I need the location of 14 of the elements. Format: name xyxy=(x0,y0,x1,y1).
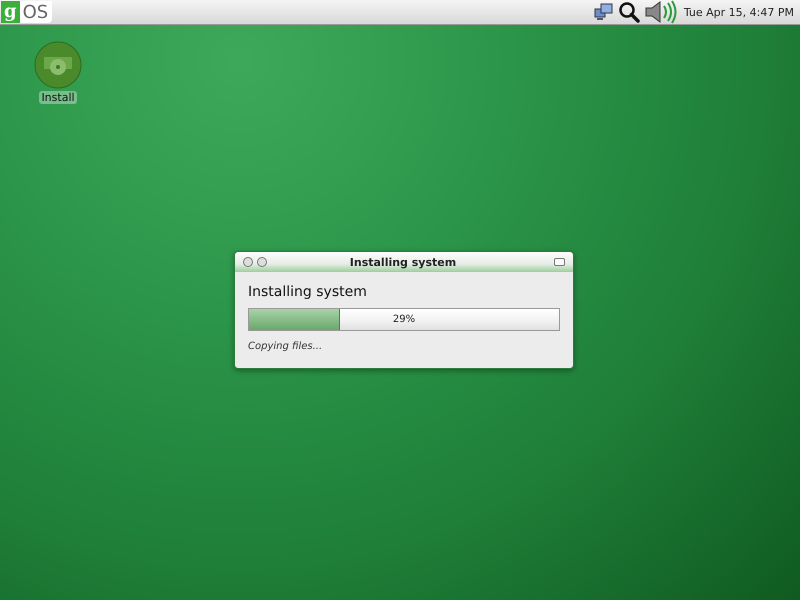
logo-button[interactable]: g OS xyxy=(1,1,52,23)
progress-text: 29% xyxy=(392,314,416,325)
status-text: Copying files... xyxy=(248,341,324,352)
clock-text: Tue Apr 15, 4:47 PM xyxy=(684,6,794,18)
volume-icon[interactable] xyxy=(644,0,678,24)
window-title: Installing system xyxy=(350,256,456,268)
icon-label[interactable]: Install xyxy=(39,91,77,104)
dialog-heading: Installing system xyxy=(248,284,368,300)
logo-letter: g xyxy=(1,1,20,23)
disc-icon[interactable] xyxy=(34,41,82,89)
network-icon[interactable] xyxy=(594,3,614,21)
search-icon[interactable] xyxy=(618,1,640,23)
maximize-button[interactable] xyxy=(554,258,565,266)
logo-text: OS xyxy=(22,2,48,22)
